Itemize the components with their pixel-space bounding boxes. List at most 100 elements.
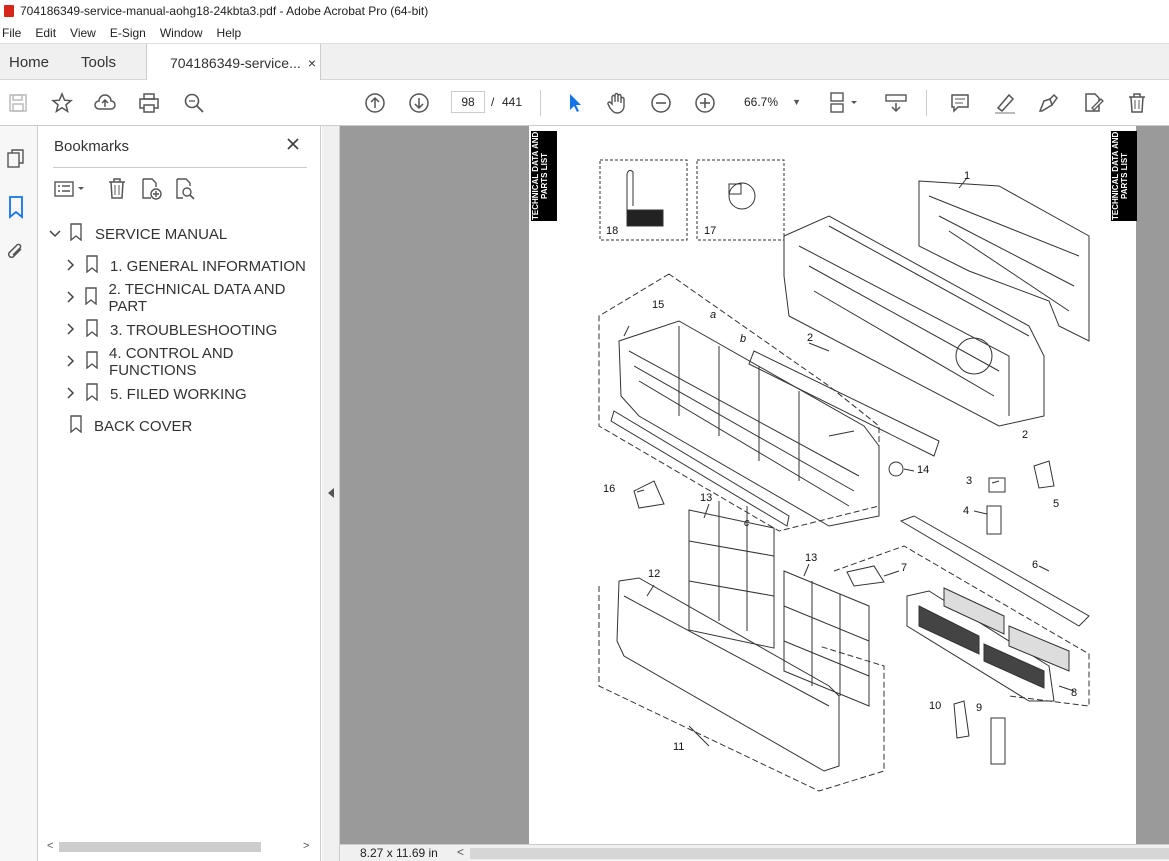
acrobat-icon xyxy=(4,5,14,17)
callout-13: 13 xyxy=(805,552,817,564)
close-icon[interactable] xyxy=(285,136,301,155)
callout-12: 12 xyxy=(648,568,660,580)
zoom-search-icon[interactable] xyxy=(181,90,207,116)
horizontal-scrollbar[interactable] xyxy=(470,848,1169,859)
page-display-icon[interactable] xyxy=(826,90,860,116)
add-bookmark-icon[interactable] xyxy=(139,177,163,204)
window-titlebar: 704186349-service-manual-aohg18-24kbta3.… xyxy=(0,0,1169,22)
callout-6: 6 xyxy=(1032,559,1038,571)
previous-page-icon[interactable] xyxy=(362,90,388,116)
bookmark-panel-icon[interactable] xyxy=(5,195,27,222)
tab-tools[interactable]: Tools xyxy=(81,44,116,80)
pages-thumbnail-icon[interactable] xyxy=(5,148,27,173)
highlight-pen-icon[interactable] xyxy=(992,90,1018,116)
bookmarks-horizontal-scrollbar[interactable]: < > xyxy=(45,839,315,855)
callout-9: 9 xyxy=(976,702,982,714)
callout-a: a xyxy=(710,309,716,321)
toolbar-divider xyxy=(926,90,927,116)
bookmark-item[interactable]: 2. TECHNICAL DATA AND PART xyxy=(65,281,320,315)
chevron-right-icon[interactable] xyxy=(65,322,81,339)
callout-11: 11 xyxy=(673,741,684,753)
chevron-down-icon[interactable] xyxy=(49,226,65,243)
tab-document[interactable]: 704186349-service... × xyxy=(146,44,321,81)
next-page-icon[interactable] xyxy=(406,90,432,116)
bookmark-label: 3. TROUBLESHOOTING xyxy=(110,321,278,339)
bookmark-item[interactable]: SERVICE MANUAL xyxy=(49,218,227,250)
bookmark-item[interactable]: 3. TROUBLESHOOTING xyxy=(65,314,277,346)
menu-edit[interactable]: Edit xyxy=(27,26,62,40)
tab-bar: Home Tools 704186349-service... × xyxy=(0,43,1169,81)
menu-esign[interactable]: E-Sign xyxy=(102,26,152,40)
delete-bookmark-icon[interactable] xyxy=(106,177,128,204)
callout-c: c xyxy=(744,517,750,529)
bookmark-icon xyxy=(85,351,109,373)
bookmark-icon xyxy=(69,415,94,437)
bookmark-label: 2. TECHNICAL DATA AND PART xyxy=(108,281,286,315)
callout-18: 18 xyxy=(606,225,618,237)
bookmark-item[interactable]: 1. GENERAL INFORMATION xyxy=(65,250,306,282)
star-icon[interactable] xyxy=(49,90,75,116)
bookmark-label: 1. GENERAL INFORMATION xyxy=(110,257,306,275)
chevron-right-icon[interactable] xyxy=(65,258,81,275)
callout-8: 8 xyxy=(1071,687,1077,699)
scroll-mode-icon[interactable] xyxy=(883,90,909,116)
find-bookmark-icon[interactable] xyxy=(173,177,197,204)
scrollbar-thumb[interactable] xyxy=(59,842,261,852)
section-side-tab: TECHNICAL DATA AND PARTS LIST xyxy=(1111,131,1137,221)
bookmark-item[interactable]: 5. FILED WORKING xyxy=(65,378,247,410)
bookmark-icon xyxy=(85,383,110,405)
chevron-right-icon[interactable] xyxy=(65,354,81,371)
select-arrow-icon[interactable] xyxy=(561,90,587,116)
tab-close-icon[interactable]: × xyxy=(308,55,316,71)
edit-pdf-icon[interactable] xyxy=(1080,90,1106,116)
callout-1: 1 xyxy=(964,170,970,182)
bookmarks-panel: Bookmarks SERVICE MANUAL 1. GENERAL INFO… xyxy=(39,126,321,861)
chevron-right-icon[interactable] xyxy=(65,386,81,403)
chevron-right-icon[interactable] xyxy=(65,290,80,307)
attachment-icon[interactable] xyxy=(5,241,27,266)
callout-2: 2 xyxy=(1022,429,1028,441)
section-side-tab: TECHNICAL DATA AND PARTS LIST xyxy=(531,131,557,221)
collapse-arrow-icon[interactable] xyxy=(327,487,335,499)
print-icon[interactable] xyxy=(136,90,162,116)
scroll-right-icon[interactable]: > xyxy=(303,840,309,852)
scroll-left-icon[interactable]: < xyxy=(457,845,464,859)
menu-help[interactable]: Help xyxy=(209,26,248,40)
callout-3: 3 xyxy=(966,475,972,487)
menu-window[interactable]: Window xyxy=(152,26,209,40)
cloud-upload-icon[interactable] xyxy=(92,90,118,116)
delete-icon[interactable] xyxy=(1124,90,1150,116)
menu-view[interactable]: View xyxy=(62,26,102,40)
bookmark-icon xyxy=(84,287,108,309)
page-size-label: 8.27 x 11.69 in xyxy=(360,846,438,860)
callout-4: 4 xyxy=(963,505,969,517)
hand-tool-icon[interactable] xyxy=(604,90,630,116)
bookmark-icon xyxy=(85,255,110,277)
bookmark-icon xyxy=(85,319,110,341)
tab-home[interactable]: Home xyxy=(9,44,49,80)
page-number-input[interactable]: 98 xyxy=(451,91,485,113)
callout-13: 13 xyxy=(700,492,712,504)
bookmark-item[interactable]: BACK COVER xyxy=(69,410,192,442)
callout-5: 5 xyxy=(1053,498,1059,510)
callout-b: b xyxy=(740,333,746,345)
panel-collapse-bar[interactable] xyxy=(322,126,340,861)
bookmark-label: SERVICE MANUAL xyxy=(95,225,228,243)
callout-15: 15 xyxy=(652,299,664,311)
comment-icon[interactable] xyxy=(947,90,973,116)
bookmark-label: 4. CONTROL AND FUNCTIONS xyxy=(109,345,234,379)
scroll-left-icon[interactable]: < xyxy=(47,840,53,852)
zoom-select[interactable]: 66.7% ▼ xyxy=(735,91,807,113)
menu-file[interactable]: File xyxy=(0,26,27,40)
window-title: 704186349-service-manual-aohg18-24kbta3.… xyxy=(20,4,429,18)
callout-2: 2 xyxy=(807,332,813,344)
bookmark-options-icon[interactable] xyxy=(53,179,89,202)
callout-10: 10 xyxy=(929,700,941,712)
menu-bar: File Edit View E-Sign Window Help xyxy=(0,22,1169,43)
bookmark-item[interactable]: 4. CONTROL AND FUNCTIONS xyxy=(65,345,320,379)
callout-14: 14 xyxy=(917,464,929,476)
sign-pen-icon[interactable] xyxy=(1035,90,1061,116)
zoom-in-icon[interactable] xyxy=(692,90,718,116)
save-icon[interactable] xyxy=(5,90,31,116)
zoom-out-icon[interactable] xyxy=(648,90,674,116)
